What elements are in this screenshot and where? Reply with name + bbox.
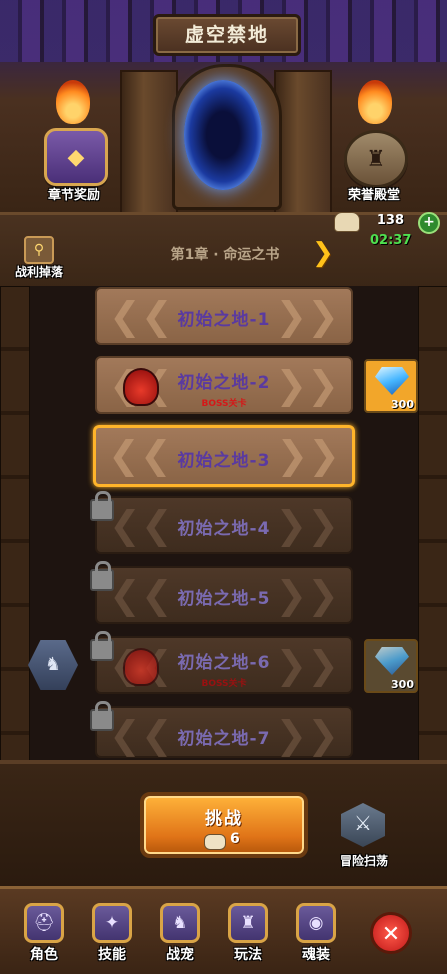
statue-icon: ♜ bbox=[366, 146, 386, 172]
stage-6-reward[interactable]: 300 bbox=[364, 639, 418, 693]
magnifier-icon: ⚲ bbox=[33, 242, 45, 258]
lock-icon bbox=[90, 491, 114, 521]
stage-item-3[interactable]: ❮❮ ❯❯ 初始之地-3 bbox=[93, 425, 355, 487]
stage-2-reward[interactable]: 300 bbox=[364, 359, 418, 413]
chapter-reward-button[interactable]: ◆ bbox=[44, 128, 108, 186]
sweep-icon: ⚔ bbox=[354, 811, 372, 835]
nav-label-gameplay: 玩法 bbox=[234, 947, 262, 963]
helmet-icon: ⛑ bbox=[33, 913, 55, 933]
nav-label-role: 角色 bbox=[30, 947, 58, 963]
right-pillar bbox=[274, 70, 332, 214]
stage-item-7[interactable]: ❮❮ ❯❯ 初始之地-7 bbox=[95, 706, 353, 758]
left-flame-icon bbox=[56, 80, 90, 124]
stage-name: 初始之地-3 bbox=[177, 451, 271, 471]
stage-name: 初始之地-7 bbox=[177, 729, 271, 749]
diamond-icon bbox=[375, 367, 409, 395]
lock-icon bbox=[90, 701, 114, 731]
boss-stage-label: BOSS关卡 bbox=[201, 679, 247, 689]
stage-name: 初始之地-1 bbox=[177, 310, 271, 330]
nav-label-soul-gear: 魂装 bbox=[302, 947, 330, 963]
left-pillar bbox=[120, 70, 178, 214]
stage-item-6[interactable]: ❮❮ ❯❯ 初始之地-6 BOSS关卡 bbox=[95, 636, 353, 694]
stage-name: 初始之地-6 bbox=[177, 653, 271, 673]
statue-icon: ♜ bbox=[240, 913, 256, 933]
close-button[interactable]: ✕ bbox=[370, 912, 412, 954]
boss-stage-label: BOSS关卡 bbox=[201, 399, 247, 409]
challenge-cost: 6 bbox=[230, 831, 240, 847]
challenge-label: 挑战 bbox=[205, 809, 243, 829]
stage-item-5[interactable]: ❮❮ ❯❯ 初始之地-5 bbox=[95, 566, 353, 624]
chevron-right-icon[interactable]: ❯ bbox=[312, 240, 334, 266]
nav-label-skill: 技能 bbox=[98, 947, 126, 963]
nav-item-role[interactable]: ⛑ bbox=[24, 903, 64, 943]
stage-item-2[interactable]: ❮❮ ❯❯ 初始之地-2 BOSS关卡 bbox=[95, 356, 353, 414]
treasure-chest-icon: ◆ bbox=[67, 144, 85, 170]
stage-name: 初始之地-4 bbox=[177, 519, 271, 539]
page-title: 虚空禁地 bbox=[153, 14, 301, 56]
sweep-label: 冒险扫荡 bbox=[339, 854, 388, 868]
right-flame-icon bbox=[358, 80, 392, 124]
nav-label-pet: 战宠 bbox=[166, 947, 194, 963]
soul-gear-icon: ◉ bbox=[308, 913, 324, 933]
lock-icon bbox=[90, 561, 114, 591]
stamina-timer: 02:37 bbox=[370, 233, 412, 248]
reward-amount: 300 bbox=[391, 398, 414, 411]
skill-book-icon: ✦ bbox=[104, 913, 120, 933]
chapter-title: 第1章 · 命运之书 bbox=[170, 247, 280, 263]
honor-hall-button[interactable]: ♜ bbox=[344, 130, 408, 188]
stage-name: 初始之地-5 bbox=[177, 589, 271, 609]
nav-item-skill[interactable]: ✦ bbox=[92, 903, 132, 943]
diamond-icon bbox=[375, 647, 409, 675]
nav-item-gameplay[interactable]: ♜ bbox=[228, 903, 268, 943]
stamina-bread-icon bbox=[334, 212, 360, 232]
stage-name: 初始之地-2 bbox=[177, 373, 271, 393]
stamina-value: 138 bbox=[376, 213, 404, 228]
stage-item-4[interactable]: ❮❮ ❯❯ 初始之地-4 bbox=[95, 496, 353, 554]
add-stamina-button[interactable]: + bbox=[418, 212, 440, 234]
loot-drop-button[interactable]: ⚲ bbox=[24, 236, 54, 264]
void-portal bbox=[184, 80, 262, 190]
stamina-bread-icon bbox=[204, 834, 226, 850]
pet-icon: ♞ bbox=[44, 654, 62, 675]
nav-item-pet[interactable]: ♞ bbox=[160, 903, 200, 943]
nav-item-soul-gear[interactable]: ◉ bbox=[296, 903, 336, 943]
reward-amount: 300 bbox=[391, 678, 414, 691]
loot-drop-label: 战利掉落 bbox=[14, 265, 63, 279]
pet-icon: ♞ bbox=[172, 913, 188, 933]
honor-hall-label: 荣誉殿堂 bbox=[347, 188, 400, 203]
close-icon: ✕ bbox=[381, 922, 401, 947]
lock-icon bbox=[90, 631, 114, 661]
stage-item-1[interactable]: ❮❮ ❯❯ 初始之地-1 bbox=[95, 287, 353, 345]
chapter-reward-label: 章节奖励 bbox=[47, 188, 100, 203]
